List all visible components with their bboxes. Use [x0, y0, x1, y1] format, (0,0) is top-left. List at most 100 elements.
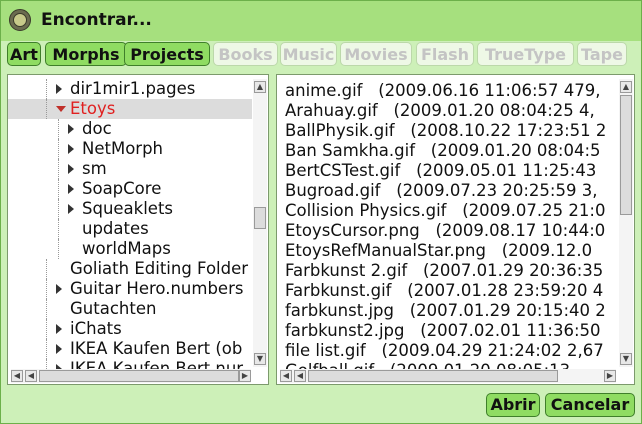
file-row[interactable]: Arahuay.gif (2009.01.20 08:04:25 4, [285, 101, 595, 121]
file-name: EtoysCursor.png [285, 221, 420, 240]
expand-right-icon[interactable] [68, 144, 74, 154]
file-info: (2009.08.17 10:44:0 [435, 221, 606, 240]
tab-flash[interactable]: Flash [416, 42, 474, 66]
cancel-button[interactable]: Cancelar [545, 393, 635, 417]
expand-down-icon[interactable] [56, 106, 66, 112]
scroll-down-arrow-icon[interactable]: ▼ [620, 353, 632, 365]
title-bar[interactable]: Encontrar... [1, 1, 641, 41]
file-name: farbkunst.jpg [285, 301, 394, 320]
tab-books[interactable]: Books [213, 42, 278, 66]
files-horizontal-scrollbar[interactable]: ◀ ◀ ▶ [280, 369, 616, 383]
tree-item[interactable]: IKEA Kaufen Bert (ob [8, 339, 252, 359]
file-row[interactable]: Bugroad.gif (2009.07.23 20:25:59 3, [285, 181, 597, 201]
tab-movies[interactable]: Movies [340, 42, 412, 66]
file-list[interactable]: anime.gif (2009.06.16 11:06:57 479, Arahu… [276, 74, 635, 385]
tab-truetype[interactable]: TrueType [477, 42, 574, 66]
files-scroll-thumb[interactable] [620, 95, 632, 215]
file-info: (2009.12.0 [501, 241, 593, 260]
tree-item-label: iChats [70, 319, 122, 338]
tree-item-label: Etoys [70, 99, 116, 118]
scroll-right-arrow-icon[interactable]: ▶ [604, 370, 616, 382]
file-row[interactable]: EtoysRefManualStar.png (2009.12.0 [285, 241, 592, 261]
expand-right-icon[interactable] [56, 84, 62, 94]
file-row[interactable]: Farbkunst.gif (2007.01.28 23:59:20 4 [285, 281, 603, 301]
file-row[interactable]: file list.gif (2009.04.29 21:24:02 2,67 [285, 341, 604, 361]
scroll-down-arrow-icon[interactable]: ▼ [254, 353, 266, 365]
tab-morphs[interactable]: Morphs [45, 42, 127, 66]
file-info: (2007.01.28 23:59:20 4 [407, 281, 604, 300]
tree-item-label: Goliath Editing Folder [70, 259, 249, 278]
expand-right-icon[interactable] [68, 184, 74, 194]
tree-item[interactable]: SoapCore [8, 179, 252, 199]
tree-item[interactable]: iChats [8, 319, 252, 339]
file-info: (2009.07.25 21:0 [462, 201, 606, 220]
files-vertical-scrollbar[interactable]: ▲ ▼ [619, 79, 633, 367]
tree-item[interactable]: updates [8, 219, 252, 239]
file-name: EtoysRefManualStar.png [285, 241, 486, 260]
scroll-left-arrow-icon[interactable]: ◀ [11, 370, 23, 382]
scroll-right-arrow-icon[interactable]: ▶ [239, 370, 251, 382]
folder-tree[interactable]: dir1mir1.pages Etoys doc NetMorph sm SoapCore… [7, 74, 269, 385]
file-info: (2008.10.22 17:23:51 2 [410, 121, 607, 140]
file-row[interactable]: farbkunst.jpg (2007.01.29 20:15:40 2 [285, 301, 606, 321]
tree-item[interactable]: Guitar Hero.numbers [8, 279, 252, 299]
expand-right-icon[interactable] [68, 124, 74, 134]
tree-item[interactable]: Squeaklets [8, 199, 252, 219]
file-row[interactable]: BertCSTest.gif (2009.05.01 11:25:43 [285, 161, 596, 181]
files-hscroll-thumb[interactable] [308, 370, 558, 382]
tab-tape[interactable]: Tape [577, 42, 627, 66]
expand-right-icon[interactable] [68, 164, 74, 174]
open-button[interactable]: Abrir [486, 393, 540, 417]
close-icon[interactable] [9, 9, 31, 31]
tree-item[interactable]: Etoys [8, 99, 252, 119]
file-row[interactable]: BallPhysik.gif (2008.10.22 17:23:51 2 [285, 121, 606, 141]
tree-vertical-scrollbar[interactable]: ▲ ▼ [253, 79, 267, 367]
tree-scroll-thumb[interactable] [254, 207, 266, 229]
tree-item-label: IKEA Kaufen Bert (ob [70, 339, 243, 358]
tree-horizontal-scrollbar[interactable]: ◀ ◀ ▶ [11, 369, 251, 383]
file-name: Farbkunst.gif [285, 281, 392, 300]
file-row[interactable]: Ban Samkha.gif (2009.01.20 08:04:5 [285, 141, 601, 161]
file-name: BallPhysik.gif [285, 121, 395, 140]
tab-music[interactable]: Music [280, 42, 337, 66]
file-name: Arahuay.gif [285, 101, 378, 120]
tree-item[interactable]: doc [8, 119, 252, 139]
tab-art[interactable]: Art [7, 42, 41, 66]
tree-item[interactable]: Gutachten [8, 299, 252, 319]
tree-item-label: Squeaklets [82, 199, 174, 218]
file-row[interactable]: Collision Physics.gif (2009.07.25 21:0 [285, 201, 605, 221]
file-name: farbkunst2.jpg [285, 321, 405, 340]
scroll-left-arrow-icon[interactable]: ◀ [25, 370, 37, 382]
file-name: BertCSTest.gif [285, 161, 401, 180]
file-name: Collision Physics.gif [285, 201, 447, 220]
file-info: (2009.01.20 08:04:25 4, [393, 101, 595, 120]
scroll-left-arrow-icon[interactable]: ◀ [280, 370, 292, 382]
file-row[interactable]: EtoysCursor.png (2009.08.17 10:44:0 [285, 221, 605, 241]
tree-item-label: SoapCore [82, 179, 162, 198]
scroll-left-arrow-icon[interactable]: ◀ [294, 370, 306, 382]
tree-hscroll-thumb[interactable] [39, 370, 239, 382]
file-info: (2007.02.01 11:36:50 [420, 321, 601, 340]
file-info: (2009.07.23 20:25:59 3, [396, 181, 598, 200]
expand-right-icon[interactable] [56, 344, 62, 354]
scroll-up-arrow-icon[interactable]: ▲ [254, 81, 266, 93]
file-name: file list.gif [285, 341, 366, 360]
tree-item[interactable]: Goliath Editing Folder [8, 259, 252, 279]
expand-right-icon[interactable] [56, 284, 62, 294]
scroll-up-arrow-icon[interactable]: ▲ [620, 81, 632, 93]
expand-right-icon[interactable] [68, 204, 74, 214]
file-name: Bugroad.gif [285, 181, 381, 200]
file-name: Farbkunst 2.gif [285, 261, 408, 280]
file-row[interactable]: farbkunst2.jpg (2007.02.01 11:36:50 [285, 321, 601, 341]
tree-item[interactable]: worldMaps [8, 239, 252, 259]
tree-item[interactable]: sm [8, 159, 252, 179]
expand-right-icon[interactable] [56, 324, 62, 334]
tab-projects[interactable]: Projects [124, 42, 210, 66]
file-row[interactable]: anime.gif (2009.06.16 11:06:57 479, [285, 81, 601, 101]
tree-item[interactable]: dir1mir1.pages [8, 79, 252, 99]
tree-item-label: updates [82, 219, 149, 238]
tree-item-label: dir1mir1.pages [70, 79, 196, 98]
tree-item[interactable]: NetMorph [8, 139, 252, 159]
file-name: Ban Samkha.gif [285, 141, 416, 160]
file-row[interactable]: Farbkunst 2.gif (2007.01.29 20:36:35 [285, 261, 603, 281]
